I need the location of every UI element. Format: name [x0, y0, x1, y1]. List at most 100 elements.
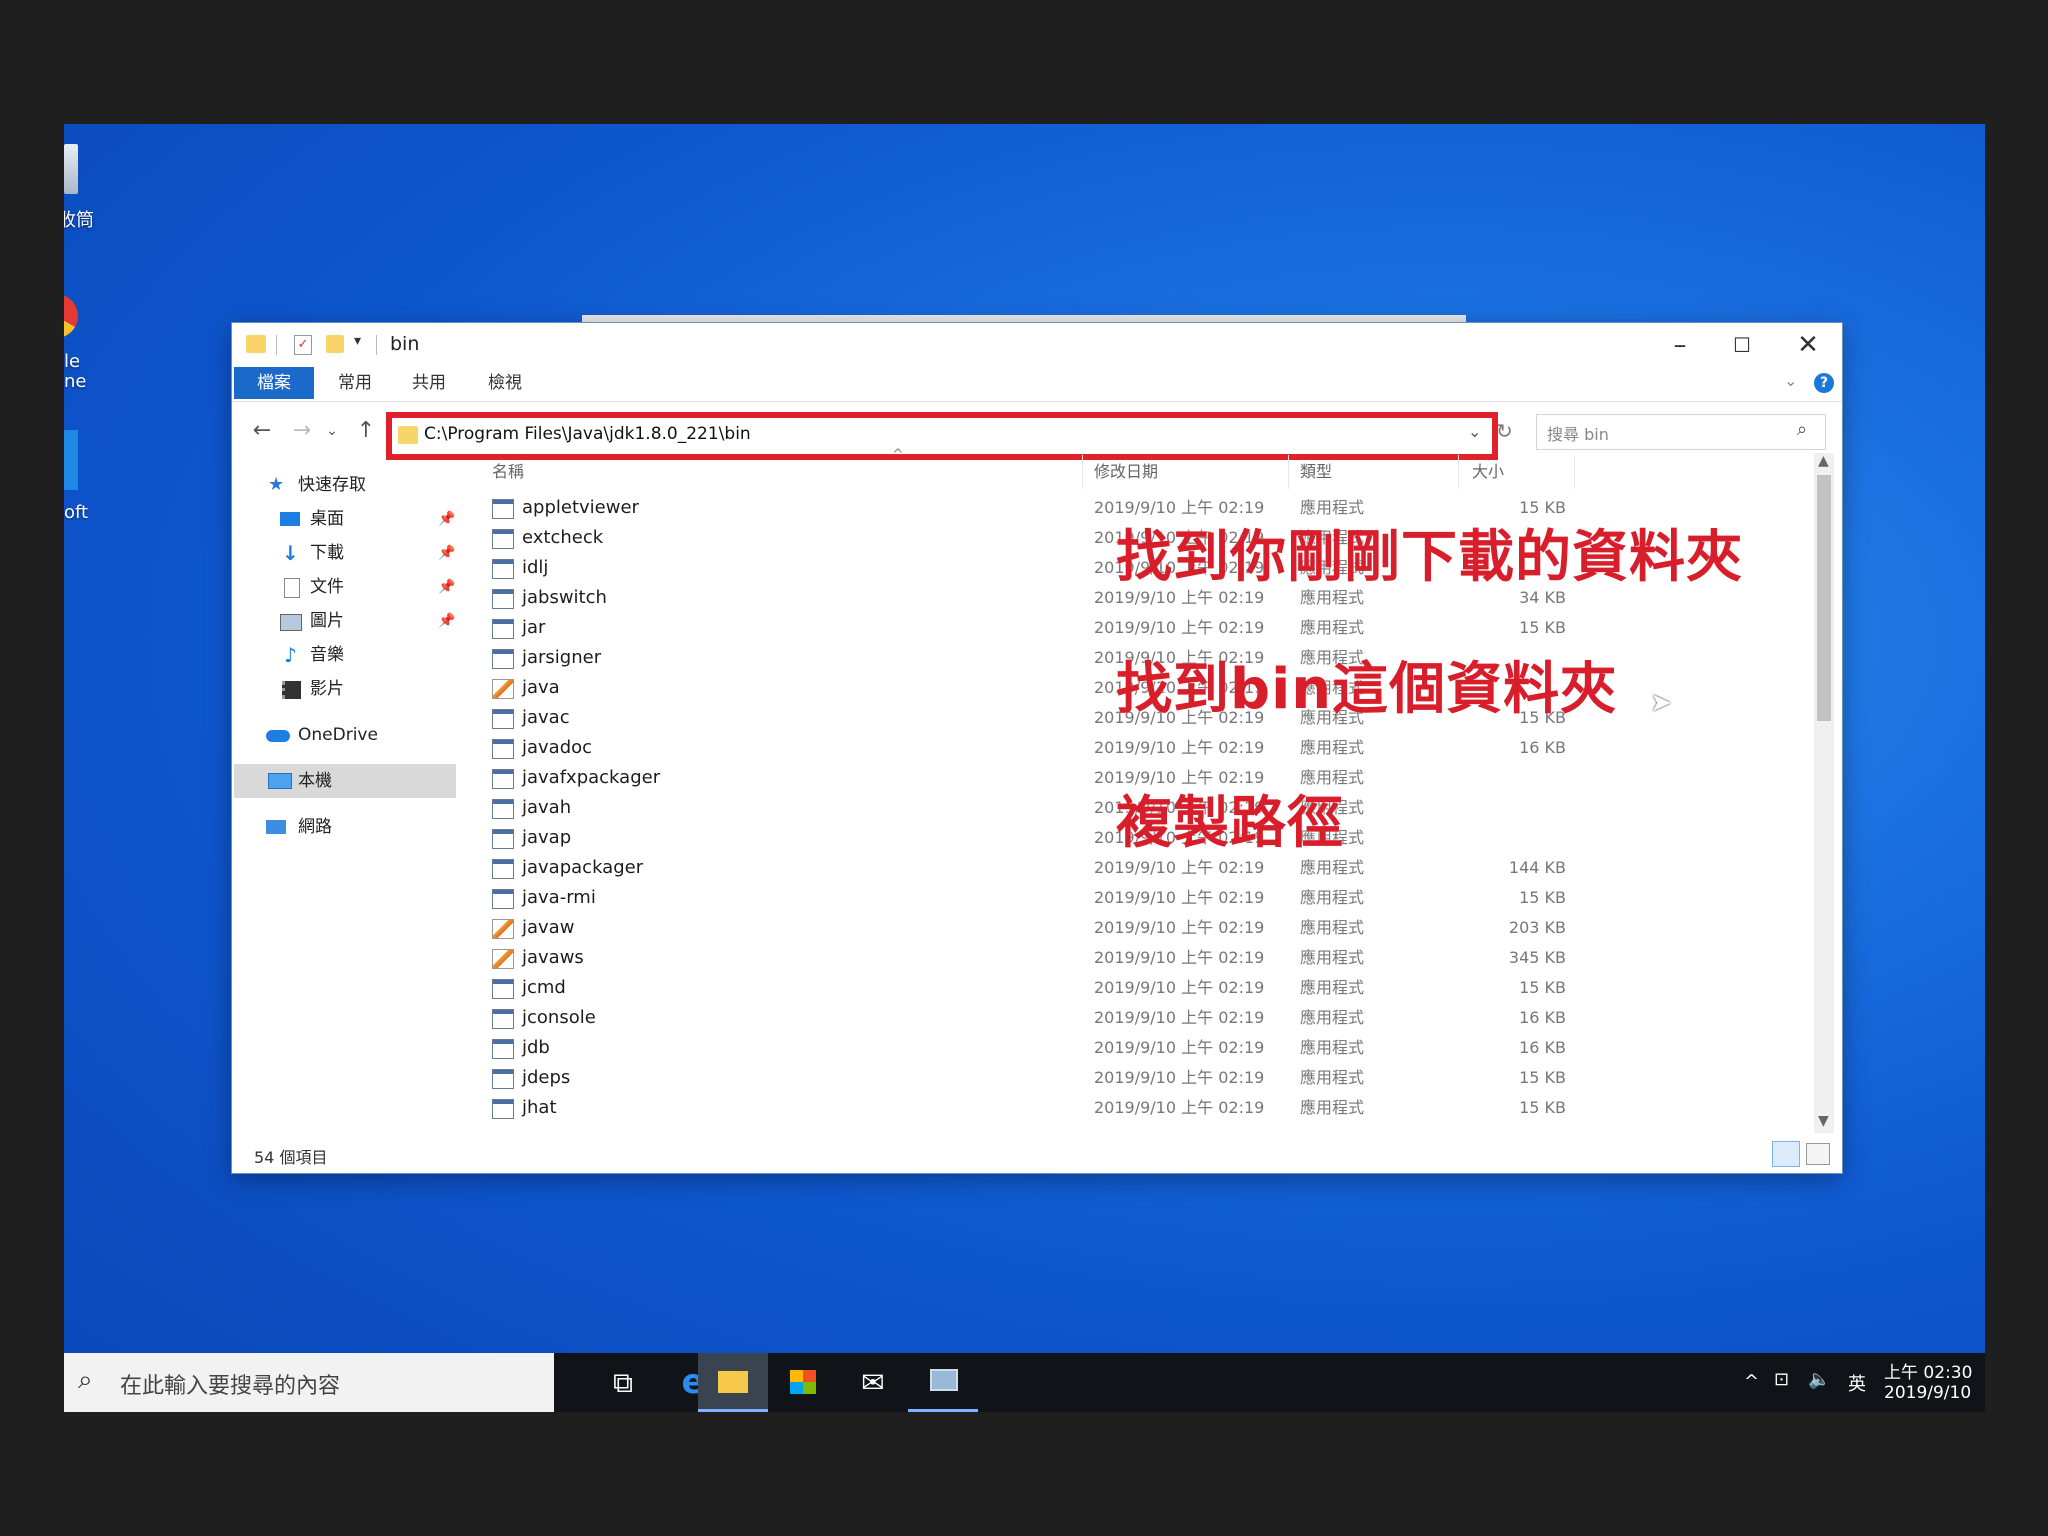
search-input[interactable]: 搜尋 bin: [1547, 421, 1609, 445]
recycle-bin-icon[interactable]: [64, 144, 78, 194]
large-icons-view-icon[interactable]: [1806, 1143, 1830, 1165]
store-bag-icon: [790, 1370, 816, 1394]
file-name: idlj: [522, 557, 549, 578]
file-row[interactable]: javah 2019/9/10 上午 02:19 應用程式: [468, 793, 1588, 823]
application-icon: [492, 979, 514, 999]
pin-icon[interactable]: 📌: [438, 570, 455, 604]
file-type: 應用程式: [1300, 1038, 1365, 1057]
scrollbar[interactable]: ▲ ▼: [1814, 453, 1834, 1133]
back-button[interactable]: ←: [244, 413, 280, 449]
properties-icon[interactable]: ✓: [294, 335, 312, 355]
file-name: jcmd: [522, 977, 566, 998]
desktop-icon-label: le ne: [64, 351, 87, 392]
column-separator[interactable]: [1458, 455, 1459, 489]
new-folder-icon[interactable]: [326, 335, 344, 353]
scrollbar-thumb[interactable]: [1817, 475, 1831, 721]
nav-network[interactable]: 網路: [232, 810, 458, 844]
column-name[interactable]: 名稱: [492, 455, 524, 489]
application-icon: [492, 1069, 514, 1089]
file-type: 應用程式: [1300, 978, 1365, 997]
tab-share[interactable]: 共用: [394, 367, 464, 399]
address-path[interactable]: C:\Program Files\Java\jdk1.8.0_221\bin: [424, 424, 751, 444]
network-tool-icon[interactable]: [908, 1353, 978, 1412]
tab-view[interactable]: 檢視: [470, 367, 540, 399]
minimize-button[interactable]: –: [1650, 323, 1710, 367]
scroll-down-icon[interactable]: ▼: [1818, 1113, 1829, 1129]
taskbar-search[interactable]: ⌕ 在此輸入要搜尋的內容: [64, 1353, 554, 1412]
nav-videos[interactable]: 影片: [232, 672, 458, 706]
file-row[interactable]: jdb 2019/9/10 上午 02:19 應用程式 16 KB: [468, 1033, 1588, 1063]
column-size[interactable]: 大小: [1472, 455, 1504, 489]
file-name: javafxpackager: [522, 767, 661, 788]
file-row[interactable]: javapackager 2019/9/10 上午 02:19 應用程式 144 KB: [468, 853, 1588, 883]
nav-music[interactable]: ♪ 音樂: [232, 638, 458, 672]
task-view-icon[interactable]: ⧉: [588, 1353, 658, 1412]
pin-icon[interactable]: 📌: [438, 604, 455, 638]
refresh-icon[interactable]: ↻: [1496, 419, 1513, 443]
chevron-down-icon[interactable]: ⌄: [1468, 422, 1481, 441]
folder-icon: [246, 335, 266, 353]
file-row[interactable]: jcmd 2019/9/10 上午 02:19 應用程式 15 KB: [468, 973, 1588, 1003]
file-row[interactable]: jar 2019/9/10 上午 02:19 應用程式 15 KB: [468, 613, 1588, 643]
file-row[interactable]: javadoc 2019/9/10 上午 02:19 應用程式 16 KB: [468, 733, 1588, 763]
search-box[interactable]: 搜尋 bin ⌕: [1536, 414, 1826, 450]
close-button[interactable]: ✕: [1778, 323, 1838, 367]
file-name: java: [522, 677, 560, 698]
nav-pictures[interactable]: 圖片 📌: [232, 604, 458, 638]
column-separator[interactable]: [1288, 455, 1289, 489]
tab-file[interactable]: 檔案: [234, 367, 314, 399]
volume-icon[interactable]: 🔈: [1808, 1369, 1830, 1390]
file-row[interactable]: jhat 2019/9/10 上午 02:19 應用程式 15 KB: [468, 1093, 1588, 1123]
expand-ribbon-icon[interactable]: ⌄: [1784, 371, 1797, 390]
pin-icon[interactable]: 📌: [438, 502, 455, 536]
file-row[interactable]: javap 2019/9/10 上午 02:19 應用程式: [468, 823, 1588, 853]
address-bar[interactable]: C:\Program Files\Java\jdk1.8.0_221\bin ⌄: [386, 412, 1498, 460]
up-button[interactable]: ↑: [348, 413, 384, 449]
help-icon[interactable]: ?: [1814, 373, 1834, 393]
file-name: jabswitch: [522, 587, 607, 608]
pin-icon[interactable]: 📌: [438, 536, 455, 570]
quick-access-dropdown-icon[interactable]: ▾: [354, 333, 361, 349]
nav-quick-access[interactable]: ★ 快速存取: [232, 468, 458, 502]
details-view-icon[interactable]: [1772, 1141, 1800, 1167]
input-language[interactable]: 英: [1848, 1370, 1866, 1396]
application-icon: [492, 859, 514, 879]
file-row[interactable]: javaw 2019/9/10 上午 02:19 應用程式 203 KB: [468, 913, 1588, 943]
clock-time[interactable]: 上午 02:30: [1884, 1358, 1972, 1383]
java-app-icon: [492, 919, 514, 939]
edge-desktop-icon[interactable]: [64, 430, 78, 490]
network-status-icon[interactable]: ⊡: [1774, 1369, 1789, 1390]
chrome-icon[interactable]: [64, 294, 78, 338]
tab-home[interactable]: 常用: [320, 367, 390, 399]
nav-desktop[interactable]: 桌面 📌: [232, 502, 458, 536]
column-separator[interactable]: [1082, 455, 1083, 489]
file-row[interactable]: java-rmi 2019/9/10 上午 02:19 應用程式 15 KB: [468, 883, 1588, 913]
file-name: javac: [522, 707, 570, 728]
column-type[interactable]: 類型: [1300, 455, 1332, 489]
file-name: jarsigner: [522, 647, 602, 668]
column-headers: ^ 名稱 修改日期 類型 大小: [468, 447, 1808, 489]
nav-onedrive[interactable]: OneDrive: [232, 718, 458, 752]
column-separator[interactable]: [1574, 455, 1575, 489]
taskbar-search-input[interactable]: 在此輸入要搜尋的內容: [120, 1368, 340, 1400]
scroll-up-icon[interactable]: ▲: [1818, 453, 1829, 469]
maximize-button[interactable]: ☐: [1712, 323, 1772, 367]
nav-downloads[interactable]: ↓ 下載 📌: [232, 536, 458, 570]
file-explorer-icon[interactable]: [698, 1353, 768, 1412]
file-row[interactable]: jdeps 2019/9/10 上午 02:19 應用程式 15 KB: [468, 1063, 1588, 1093]
clock-date[interactable]: 2019/9/10: [1884, 1383, 1971, 1403]
music-icon: ♪: [284, 643, 297, 667]
show-hidden-icons[interactable]: ^: [1744, 1371, 1759, 1392]
file-row[interactable]: javaws 2019/9/10 上午 02:19 應用程式 345 KB: [468, 943, 1588, 973]
mail-icon[interactable]: ✉: [838, 1353, 908, 1412]
application-icon: [492, 619, 514, 639]
column-date[interactable]: 修改日期: [1094, 455, 1158, 489]
store-icon[interactable]: [768, 1353, 838, 1412]
nav-this-pc[interactable]: 本機: [234, 764, 456, 798]
file-size: 16 KB: [1519, 1038, 1566, 1057]
file-row[interactable]: javafxpackager 2019/9/10 上午 02:19 應用程式: [468, 763, 1588, 793]
file-row[interactable]: jconsole 2019/9/10 上午 02:19 應用程式 16 KB: [468, 1003, 1588, 1033]
file-size: 15 KB: [1519, 1098, 1566, 1117]
recent-locations-icon[interactable]: ⌄: [314, 413, 350, 449]
nav-documents[interactable]: 文件 📌: [232, 570, 458, 604]
